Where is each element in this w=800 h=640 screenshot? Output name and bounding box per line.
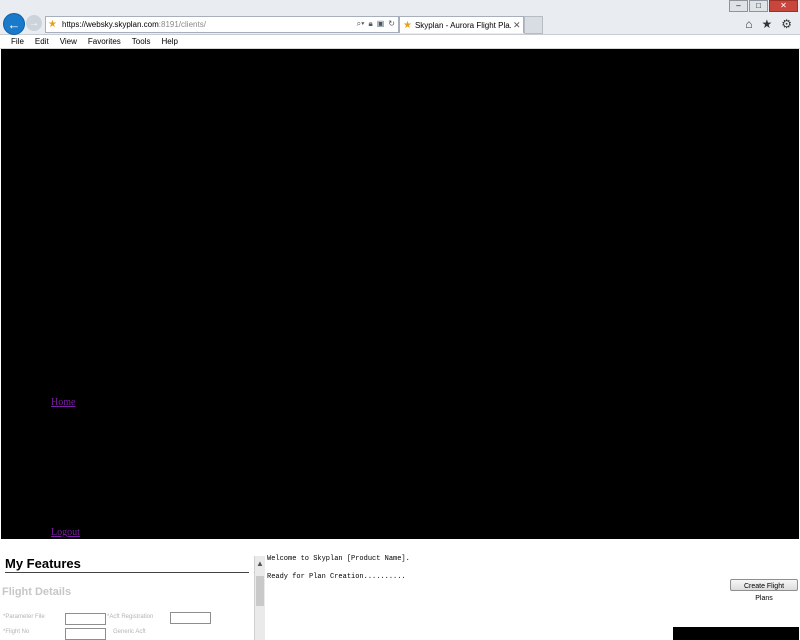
menu-file[interactable]: File — [11, 37, 24, 46]
browser-toolbar-icons: ⌂ ★ ⚙ — [745, 17, 792, 31]
browser-chrome: ← → ★ https://websky.skyplan.com:8191/cl… — [0, 0, 800, 35]
parameter-file-label: *Parameter File — [3, 614, 45, 620]
menu-favorites[interactable]: Favorites — [88, 37, 121, 46]
forward-arrow-icon: → — [29, 17, 39, 29]
refresh-icon[interactable]: ↻ — [388, 19, 395, 29]
maximize-button[interactable]: □ — [749, 0, 768, 12]
home-icon[interactable]: ⌂ — [745, 17, 752, 31]
browser-tab-active[interactable]: ★ Skyplan - Aurora Flight Pla... ✕ — [399, 16, 524, 33]
black-content-panel — [1, 49, 799, 539]
settings-gear-icon[interactable]: ⚙ — [781, 17, 792, 31]
compat-icon[interactable]: ▣ — [377, 19, 385, 29]
parameter-file-input[interactable] — [65, 613, 106, 625]
home-link[interactable]: Home — [51, 397, 75, 408]
log-scrollbar[interactable]: ▲ — [254, 556, 265, 640]
window-controls: – □ ✕ — [728, 0, 798, 12]
logout-link[interactable]: Logout — [51, 527, 80, 538]
flight-no-label: *Flight No — [3, 629, 30, 635]
search-icon[interactable]: ⌕▾ — [357, 19, 365, 29]
menu-view[interactable]: View — [60, 37, 77, 46]
my-features-heading: My Features — [5, 556, 249, 573]
minimize-button[interactable]: – — [729, 0, 748, 12]
create-flight-plans-button[interactable]: Create Flight Plans — [730, 579, 798, 602]
address-tools: ⌕▾ 🔒︎ ▣ ↻ — [357, 19, 395, 29]
acft-registration-input[interactable] — [170, 612, 211, 624]
new-tab-button[interactable] — [524, 16, 543, 34]
forward-button[interactable]: → — [26, 15, 42, 31]
tab-favicon-icon: ★ — [403, 19, 412, 31]
flight-details-heading: Flight Details — [2, 586, 72, 598]
log-line-welcome: Welcome to Skyplan [Product Name]. — [267, 555, 410, 563]
scroll-up-arrow-icon[interactable]: ▲ — [256, 559, 264, 568]
back-button[interactable]: ← — [3, 13, 25, 35]
black-bar — [673, 627, 799, 640]
address-bar[interactable]: ★ https://websky.skyplan.com:8191/client… — [45, 16, 399, 33]
tab-close-icon[interactable]: ✕ — [513, 20, 521, 31]
site-favicon-icon: ★ — [48, 19, 57, 30]
menu-help[interactable]: Help — [161, 37, 177, 46]
tab-title: Skyplan - Aurora Flight Pla... — [414, 20, 511, 30]
lock-icon[interactable]: 🔒︎ — [368, 19, 372, 29]
acft-registration-label: *Acft Registration — [107, 614, 154, 620]
url-path: :8191/clients/ — [158, 20, 206, 29]
menu-tools[interactable]: Tools — [132, 37, 151, 46]
generic-acft-label: Generic Acft — [113, 629, 146, 635]
menu-edit[interactable]: Edit — [35, 37, 49, 46]
favorites-star-icon[interactable]: ★ — [761, 17, 772, 31]
close-window-button[interactable]: ✕ — [769, 0, 798, 12]
url-host: https://websky.skyplan.com — [62, 20, 159, 29]
back-arrow-icon: ← — [7, 16, 21, 32]
flight-no-input[interactable] — [65, 628, 106, 640]
menu-bar: File Edit View Favorites Tools Help — [0, 35, 800, 49]
scroll-thumb[interactable] — [256, 576, 264, 606]
log-line-ready: Ready for Plan Creation.......... — [267, 573, 406, 581]
